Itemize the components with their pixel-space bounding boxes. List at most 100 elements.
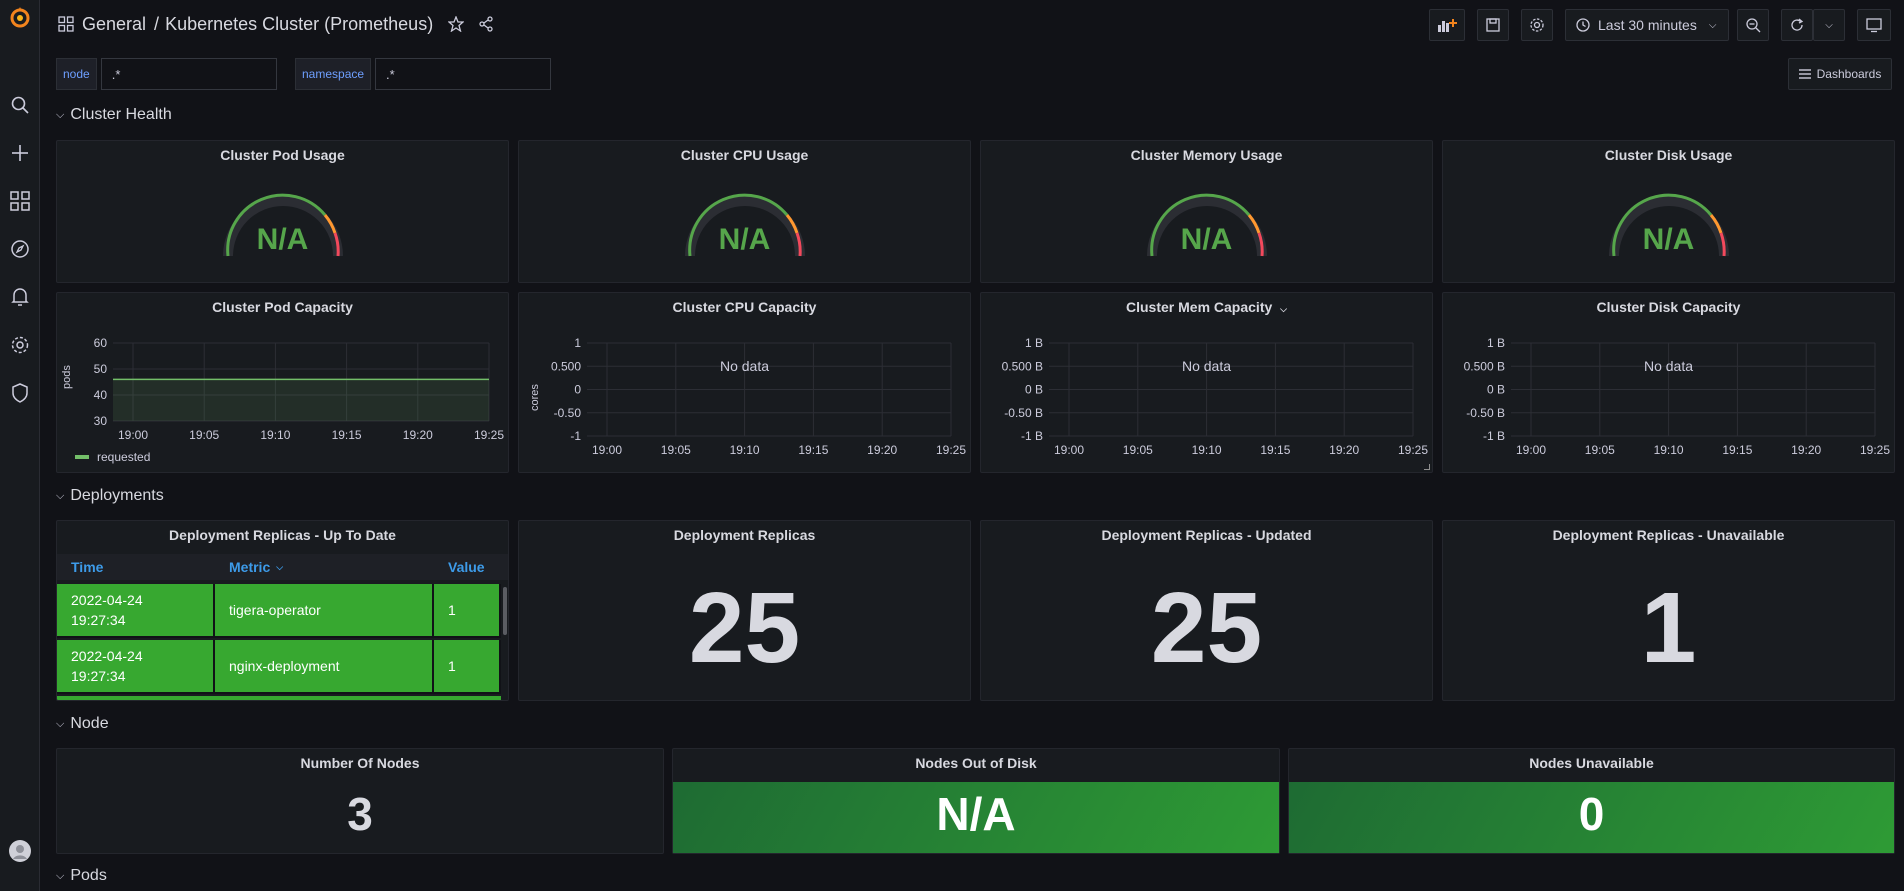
- tv-mode-button[interactable]: [1857, 9, 1891, 41]
- dashboard-title[interactable]: Kubernetes Cluster (Prometheus): [165, 14, 433, 35]
- panel-title: Nodes Unavailable: [1529, 755, 1654, 771]
- zoom-out-button[interactable]: [1737, 9, 1769, 41]
- stat-panel-nodes-unavailable[interactable]: Nodes Unavailable 0: [1288, 748, 1895, 854]
- stat-panel-deployment-replicas[interactable]: Deployment Replicas 25: [518, 520, 971, 701]
- variable-namespace: namespace .*: [295, 58, 552, 90]
- clock-icon: [1576, 18, 1590, 32]
- top-navbar: General / Kubernetes Cluster (Prometheus…: [40, 0, 1904, 52]
- gauge-panel-cpu-usage[interactable]: Cluster CPU Usage N/A: [518, 140, 971, 283]
- refresh-button[interactable]: [1781, 9, 1813, 41]
- table-panel-deployment-up-to-date[interactable]: Deployment Replicas - Up To Date Time Me…: [56, 520, 509, 701]
- panel-title: Deployment Replicas - Updated: [1101, 527, 1312, 543]
- x-tick-label: 19:05: [1585, 443, 1615, 457]
- graph-panel-disk-capacity[interactable]: Cluster Disk Capacity 1 B 0.500 B0 B -0.50…: [1442, 292, 1895, 473]
- x-tick-label: 19:10: [1192, 443, 1222, 457]
- chevron-down-icon: ⌵: [56, 717, 65, 730]
- y-tick-label: 1 B: [1487, 336, 1505, 350]
- explore-compass-icon[interactable]: [8, 237, 32, 261]
- mem-capacity-chart: 1 B0.500 B0 B-0.50 B-1 B19:00 19:05 19:10 1…: [1002, 336, 1429, 457]
- table-row[interactable]: 2022-04-24 19:27:34 nginx-deployment 1: [57, 640, 501, 694]
- y-tick-label: 40: [94, 388, 108, 402]
- panel-title: Cluster Pod Usage: [220, 147, 345, 163]
- time-range-label: Last 30 minutes: [1598, 17, 1697, 33]
- x-tick-label: 19:05: [661, 443, 691, 457]
- variable-input-node[interactable]: .*: [100, 58, 277, 90]
- row-deployments[interactable]: ⌵ Deployments: [56, 487, 164, 505]
- graph-panel-mem-capacity[interactable]: Cluster Mem Capacity ⌵ 1 B 0.500 B0 B -0.5…: [980, 292, 1433, 473]
- dashboards-icon[interactable]: [8, 189, 32, 213]
- gauge-panel-pod-usage[interactable]: Cluster Pod Usage N/A: [56, 140, 509, 283]
- dashboards-links-button[interactable]: Dashboards: [1788, 58, 1892, 90]
- save-dashboard-button[interactable]: [1477, 9, 1509, 41]
- gauge-panel-memory-usage[interactable]: Cluster Memory Usage N/A: [980, 140, 1433, 283]
- gauge-value: N/A: [1642, 223, 1695, 256]
- stat-panel-deployment-replicas-updated[interactable]: Deployment Replicas - Updated 25: [980, 520, 1433, 701]
- dashboard-settings-button[interactable]: [1521, 9, 1553, 41]
- cell-value: 1: [434, 640, 501, 694]
- x-tick-label: 19:20: [403, 428, 433, 442]
- graph-panel-cpu-capacity[interactable]: Cluster CPU Capacity 1 0.500 0 -0.50 -1 19:00…: [518, 292, 971, 473]
- chevron-down-icon: ⌵: [1708, 19, 1717, 31]
- y-tick-label: 1 B: [1025, 336, 1043, 350]
- column-header-value[interactable]: Value: [434, 554, 501, 580]
- y-tick-label: 60: [94, 336, 108, 350]
- x-tick-label: 19:00: [1054, 443, 1084, 457]
- legend[interactable]: requested: [75, 450, 150, 464]
- panel-title: Cluster Disk Usage: [1604, 147, 1733, 163]
- stat-panel-number-of-nodes[interactable]: Number Of Nodes 3: [56, 748, 664, 854]
- settings-gear-icon[interactable]: [8, 333, 32, 357]
- graph-panel-pod-capacity[interactable]: Cluster Pod Capacity 60 50 40 30 19:00 19:05 1…: [56, 292, 509, 473]
- table-header: Time Metric ⌵ Value: [57, 554, 508, 580]
- y-tick-label: -0.50: [554, 406, 582, 420]
- alerting-bell-icon[interactable]: [8, 285, 32, 309]
- x-tick-label: 19:20: [1329, 443, 1359, 457]
- resize-handle-icon[interactable]: [1424, 464, 1430, 470]
- y-tick-label: 0: [574, 383, 581, 397]
- x-tick-label: 19:25: [1860, 443, 1890, 457]
- x-tick-label: 19:05: [1123, 443, 1153, 457]
- cell-time: 2022-04-24 19:27:34: [57, 640, 215, 694]
- y-tick-label: 50: [94, 362, 108, 376]
- variable-input-namespace[interactable]: .*: [375, 58, 552, 90]
- no-data-label: No data: [1643, 358, 1694, 374]
- row-node[interactable]: ⌵ Node: [56, 715, 109, 733]
- row-title-label: Pods: [70, 867, 107, 884]
- shield-icon[interactable]: [8, 381, 32, 405]
- grafana-logo-icon[interactable]: [8, 6, 32, 30]
- menu-lines-icon: [1798, 69, 1811, 79]
- time-range-picker[interactable]: Last 30 minutes ⌵: [1565, 9, 1729, 41]
- panel-title: Deployment Replicas - Unavailable: [1552, 527, 1785, 543]
- add-panel-button[interactable]: [1429, 9, 1465, 41]
- row-title-label: Cluster Health: [70, 106, 172, 123]
- column-header-metric[interactable]: Metric ⌵: [215, 554, 434, 580]
- variable-label-node: node: [56, 58, 97, 90]
- user-avatar[interactable]: [8, 839, 32, 863]
- column-header-time[interactable]: Time: [57, 554, 215, 580]
- chevron-down-icon: ⌵: [56, 108, 65, 121]
- x-tick-label: 19:15: [1260, 443, 1290, 457]
- no-data-label: No data: [1181, 358, 1232, 374]
- breadcrumb: General / Kubernetes Cluster (Prometheus…: [56, 13, 497, 35]
- gauge: N/A: [675, 181, 815, 261]
- y-axis-label: pods: [61, 365, 73, 389]
- plus-icon[interactable]: [8, 141, 32, 165]
- table-row[interactable]: 2022-04-24 19:27:34 tigera-operator 1: [57, 584, 501, 638]
- row-cluster-health[interactable]: ⌵ Cluster Health: [56, 106, 172, 124]
- gauge: N/A: [1599, 181, 1739, 261]
- x-tick-label: 19:15: [1722, 443, 1752, 457]
- star-icon[interactable]: [445, 13, 467, 35]
- share-icon[interactable]: [475, 13, 497, 35]
- row-pods[interactable]: ⌵ Pods: [56, 867, 107, 885]
- refresh-interval-dropdown[interactable]: ⌵: [1813, 9, 1845, 41]
- column-header-metric-label: Metric: [229, 559, 271, 575]
- stat-panel-nodes-out-of-disk[interactable]: Nodes Out of Disk N/A: [672, 748, 1280, 854]
- disk-capacity-chart: 1 B0.500 B0 B-0.50 B-1 B19:00 19:05 19:10 1…: [1464, 336, 1891, 457]
- y-tick-label: 30: [94, 414, 108, 428]
- stat-panel-deployment-replicas-unavailable[interactable]: Deployment Replicas - Unavailable 1: [1442, 520, 1895, 701]
- breadcrumb-folder[interactable]: General: [82, 14, 146, 35]
- table-scrollbar[interactable]: [503, 587, 507, 635]
- stat-value: 25: [688, 572, 801, 684]
- panel-title: Number Of Nodes: [300, 755, 420, 771]
- search-icon[interactable]: [8, 93, 32, 117]
- gauge-panel-disk-usage[interactable]: Cluster Disk Usage N/A: [1442, 140, 1895, 283]
